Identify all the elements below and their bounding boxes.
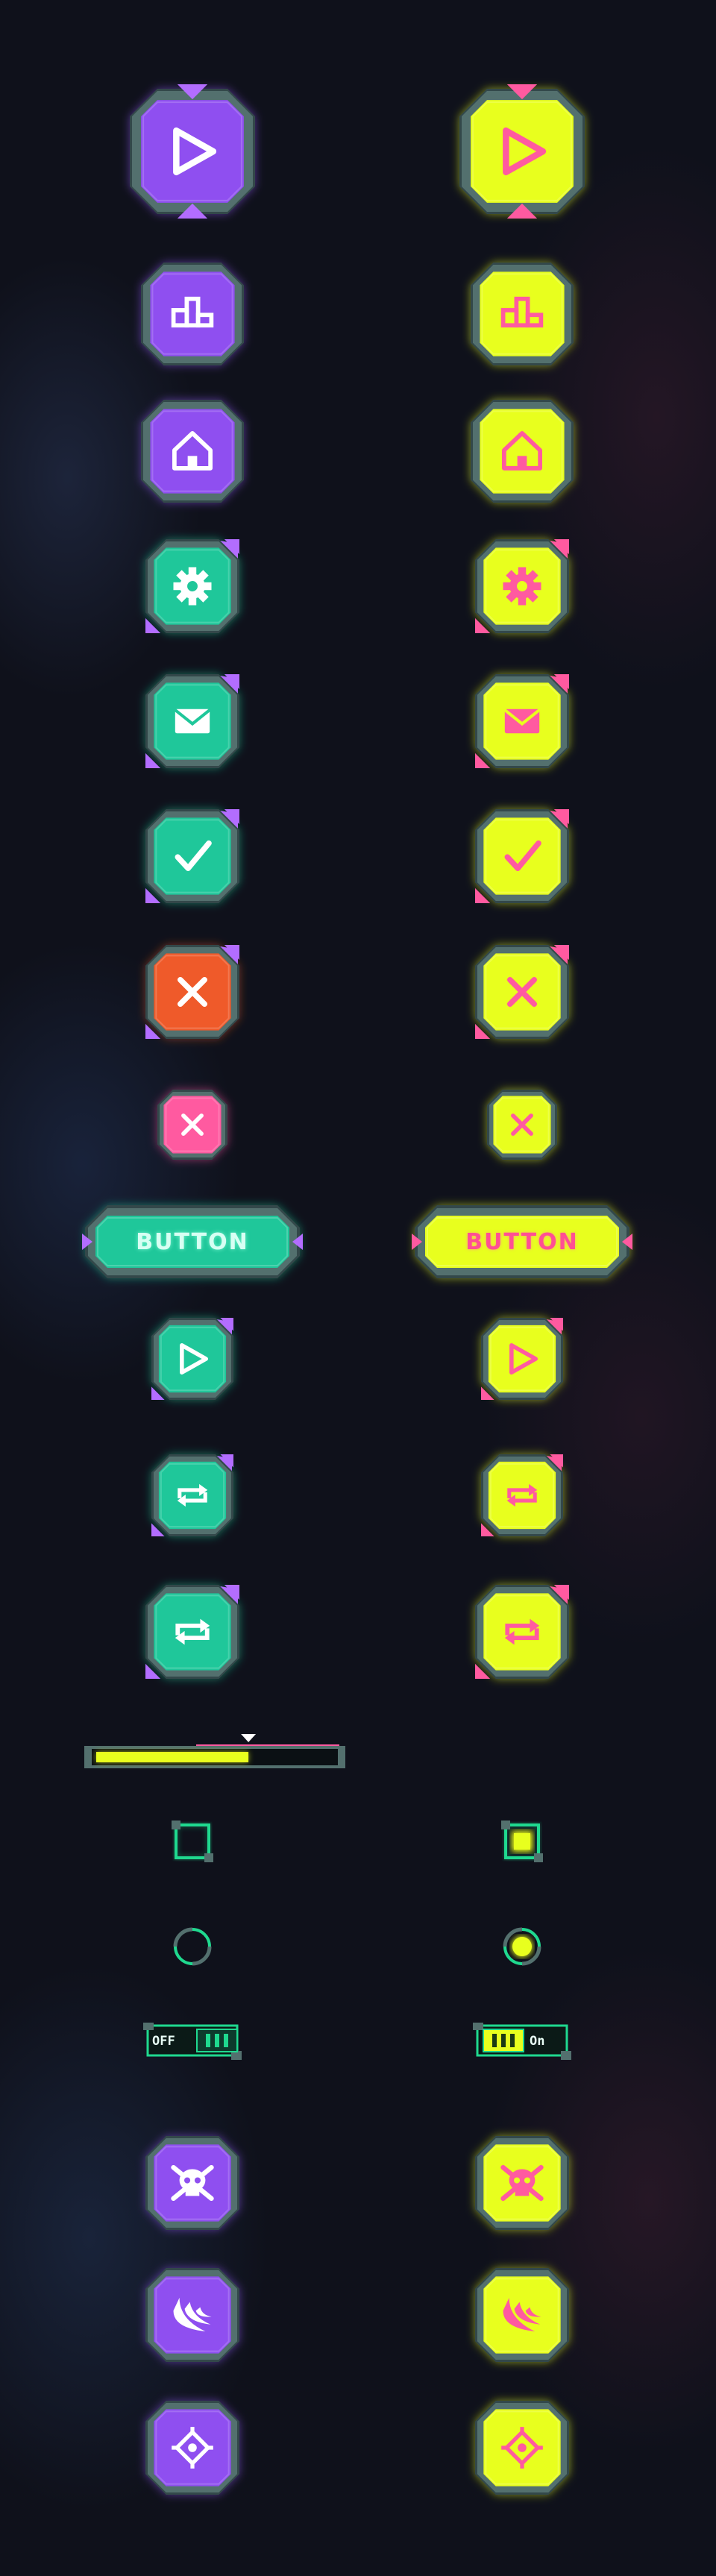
home-button-purple[interactable] — [134, 392, 251, 510]
progress-fill — [96, 1752, 249, 1762]
cancel-button-red[interactable] — [138, 937, 247, 1046]
radio-selected[interactable] — [498, 1923, 546, 1970]
skull-button-yellow[interactable] — [468, 2129, 577, 2237]
radio-unselected[interactable] — [169, 1923, 216, 1970]
close-button-small-pink[interactable] — [150, 1082, 235, 1167]
mail-button-yellow[interactable] — [468, 667, 577, 776]
claw-button-yellow[interactable] — [468, 2261, 577, 2369]
claw-button-purple[interactable] — [138, 2261, 247, 2369]
skull-button-purple[interactable] — [138, 2129, 247, 2237]
confirm-button-green[interactable] — [138, 802, 247, 911]
button-label: BUTTON — [136, 1228, 249, 1255]
play-button-small-green[interactable] — [144, 1310, 241, 1407]
gear-icon — [503, 567, 541, 606]
play-button-large-yellow[interactable] — [452, 81, 592, 222]
repeat-button-medium-yellow[interactable] — [468, 1577, 577, 1686]
cancel-button-yellow[interactable] — [468, 937, 577, 1046]
confirm-button-yellow[interactable] — [468, 802, 577, 911]
toggle-on-label: On — [530, 2034, 545, 2049]
toggle-on[interactable]: On — [471, 2021, 573, 2061]
repeat-button-medium-green[interactable] — [138, 1577, 247, 1686]
progress-bar[interactable] — [84, 1734, 345, 1771]
leaderboard-button-purple[interactable] — [134, 255, 251, 373]
play-button-large-purple[interactable] — [122, 81, 263, 222]
progress-handle[interactable] — [241, 1734, 257, 1742]
checkbox-checked[interactable] — [500, 1819, 544, 1864]
settings-button-yellow[interactable] — [468, 532, 577, 641]
mail-icon — [503, 709, 541, 734]
target-button-purple[interactable] — [138, 2393, 247, 2502]
home-button-yellow[interactable] — [463, 392, 581, 510]
toggle-off-label: OFF — [152, 2034, 175, 2049]
close-button-small-yellow[interactable] — [480, 1082, 565, 1167]
checkbox-unchecked[interactable] — [170, 1819, 215, 1864]
text-button-yellow[interactable]: BUTTON — [406, 1196, 638, 1287]
play-button-small-yellow[interactable] — [474, 1310, 571, 1407]
button-label: BUTTON — [465, 1228, 579, 1255]
repeat-button-small-green[interactable] — [144, 1447, 241, 1544]
leaderboard-button-yellow[interactable] — [463, 255, 581, 373]
text-button-green[interactable]: BUTTON — [76, 1196, 309, 1287]
repeat-button-small-yellow[interactable] — [474, 1447, 571, 1544]
gear-icon — [173, 567, 212, 606]
target-button-yellow[interactable] — [468, 2393, 577, 2502]
mail-button-green[interactable] — [138, 667, 247, 776]
mail-icon — [174, 709, 211, 734]
toggle-off[interactable]: OFF — [142, 2021, 243, 2061]
settings-button-green[interactable] — [138, 532, 247, 641]
